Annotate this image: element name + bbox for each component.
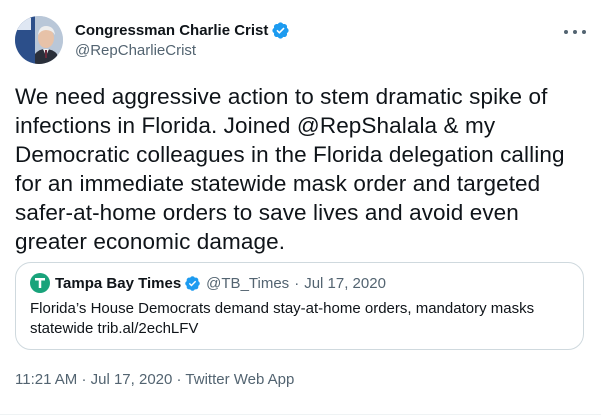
tampa-bay-times-logo-icon <box>30 273 50 293</box>
author-name-row: Congressman Charlie Crist <box>75 19 290 41</box>
tweet-metadata: 11:21 AM · Jul 17, 2020 · Twitter Web Ap… <box>15 371 294 388</box>
tweet-time[interactable]: 11:21 AM <box>15 371 77 388</box>
quoted-author-handle[interactable]: @TB_Times <box>206 275 289 292</box>
quoted-separator: · <box>294 274 300 292</box>
author-display-name[interactable]: Congressman Charlie Crist <box>75 22 268 39</box>
avatar-photo-icon <box>15 16 63 64</box>
tweet-source[interactable]: Twitter Web App <box>185 371 294 388</box>
quoted-tweet[interactable]: Tampa Bay Times @TB_Times · Jul 17, 2020… <box>15 262 584 350</box>
quoted-tweet-header: Tampa Bay Times @TB_Times · Jul 17, 2020 <box>30 273 386 293</box>
author-avatar[interactable] <box>15 16 63 64</box>
footer-separator: · <box>176 371 182 388</box>
more-dot-icon <box>582 30 586 34</box>
tweet-date[interactable]: Jul 17, 2020 <box>91 371 173 388</box>
more-options-icon[interactable] <box>564 24 586 40</box>
footer-separator: · <box>81 371 87 388</box>
quoted-author-name[interactable]: Tampa Bay Times <box>55 275 181 292</box>
tbt-t-glyph-icon <box>35 278 45 288</box>
quoted-date[interactable]: Jul 17, 2020 <box>304 275 386 292</box>
tweet-card: Congressman Charlie Crist @RepCharlieCri… <box>0 0 601 415</box>
more-dot-icon <box>564 30 568 34</box>
tweet-text: We need aggressive action to stem dramat… <box>15 84 565 254</box>
quoted-tweet-text: Florida’s House Democrats demand stay-at… <box>30 300 535 337</box>
tweet-header: Congressman Charlie Crist @RepCharlieCri… <box>15 14 586 66</box>
author-handle[interactable]: @RepCharlieCrist <box>75 42 290 59</box>
more-dot-icon <box>573 30 577 34</box>
verified-badge-icon <box>272 21 290 39</box>
quoted-verified-badge-icon <box>185 275 200 291</box>
author-identity: Congressman Charlie Crist @RepCharlieCri… <box>75 19 290 59</box>
